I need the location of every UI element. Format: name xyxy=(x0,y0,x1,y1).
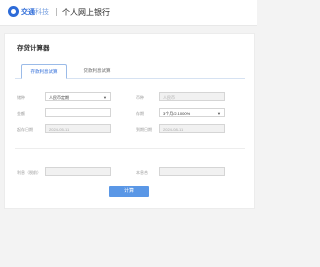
chevron-down-icon: ▼ xyxy=(217,111,221,116)
end-date-label: 到期日期 xyxy=(136,127,152,132)
amount-input[interactable] xyxy=(45,108,111,117)
tab-deposit-interest[interactable]: 存款利息试算 xyxy=(21,64,67,79)
term-select[interactable]: 3个月/2.1000% ▼ xyxy=(159,108,225,117)
category-label: 储种 xyxy=(17,95,25,100)
page-title: 存贷计算器 xyxy=(17,45,50,52)
principal-interest-result xyxy=(159,167,225,176)
start-date-field[interactable]: 2024-05-11 xyxy=(45,124,111,133)
calculate-button[interactable]: 计算 xyxy=(109,186,149,197)
section-divider xyxy=(15,148,245,149)
currency-field: 人民币 xyxy=(159,92,225,101)
chevron-down-icon: ▼ xyxy=(103,95,107,100)
interest-result xyxy=(45,167,111,176)
category-select[interactable]: 人民币定期 ▼ xyxy=(45,92,111,101)
header-divider xyxy=(56,8,57,16)
tab-bar: 存款利息试算 贷款利息试算 xyxy=(15,64,245,79)
principal-interest-label: 本息合 xyxy=(136,170,148,175)
bank-logo-icon xyxy=(8,6,19,17)
site-title: 个人网上银行 xyxy=(62,8,110,17)
currency-label: 币种 xyxy=(136,95,144,100)
tab-loan-interest[interactable]: 贷款利息试算 xyxy=(75,64,119,77)
top-header: 交通科技 个人网上银行 xyxy=(0,0,257,26)
interest-label: 利息（税前） xyxy=(17,170,41,175)
term-label: 存期 xyxy=(136,111,144,116)
start-date-label: 起存日期 xyxy=(17,127,33,132)
amount-label: 金额 xyxy=(17,111,25,116)
brand-name: 交通科技 xyxy=(21,9,49,16)
calculator-card: 存贷计算器 存款利息试算 贷款利息试算 储种 人民币定期 ▼ 币种 人民币 金额… xyxy=(4,33,255,209)
end-date-field[interactable]: 2024-08-11 xyxy=(159,124,225,133)
